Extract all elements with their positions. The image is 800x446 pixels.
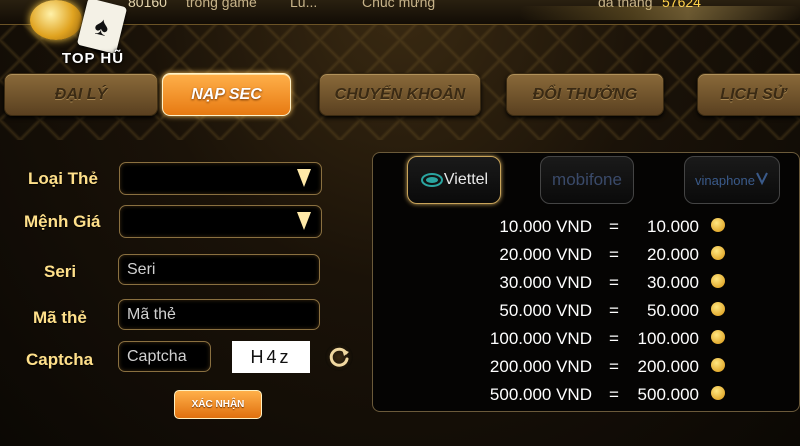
ticker-text: trong game bbox=[186, 0, 257, 10]
denomination-label: Mệnh Giá bbox=[24, 212, 101, 231]
rate-row: 30.000 VND = 30.000 bbox=[372, 273, 798, 295]
captcha-input[interactable] bbox=[118, 341, 211, 372]
rate-equals: = bbox=[609, 385, 619, 404]
rate-vnd: 500.000 VND bbox=[489, 385, 592, 404]
top-hu-logo: ♠ TOP HŨ bbox=[8, 0, 148, 72]
card-code-label: Mã thẻ bbox=[33, 308, 87, 327]
coin-icon bbox=[711, 302, 725, 316]
tab-chuyen-khoan[interactable]: CHUYỂN KHOẢN bbox=[319, 73, 481, 116]
viettel-logo-icon bbox=[420, 173, 443, 187]
spade-card-icon: ♠ bbox=[76, 0, 128, 55]
rate-vnd: 200.000 VND bbox=[489, 357, 592, 376]
rate-value: 500.000 bbox=[637, 385, 699, 404]
captcha-image: H4z bbox=[232, 341, 310, 373]
rate-value: 30.000 bbox=[647, 273, 699, 292]
rate-row: 200.000 VND = 200.000 bbox=[372, 357, 798, 379]
card-type-select[interactable] bbox=[119, 162, 322, 195]
card-type-label: Loại Thẻ bbox=[28, 169, 98, 188]
coin-icon bbox=[711, 386, 725, 400]
rate-equals: = bbox=[609, 329, 619, 348]
refresh-icon[interactable] bbox=[325, 343, 353, 371]
tab-dai-ly[interactable]: ĐẠI LÝ bbox=[4, 73, 158, 116]
rate-equals: = bbox=[609, 273, 619, 292]
rate-row: 100.000 VND = 100.000 bbox=[372, 329, 798, 351]
ticker-text: Chúc mừng bbox=[362, 0, 436, 10]
ticker-text: Lu... bbox=[290, 0, 318, 10]
logo-title: TOP HŨ bbox=[61, 50, 125, 67]
rate-value: 100.000 bbox=[637, 329, 699, 348]
confirm-button[interactable]: XÁC NHẬN bbox=[174, 390, 262, 419]
rate-value: 50.000 bbox=[647, 301, 699, 320]
tab-nap-sec[interactable]: NẠP SEC bbox=[162, 73, 291, 116]
rate-vnd: 20.000 VND bbox=[499, 245, 592, 264]
rate-value: 10.000 bbox=[647, 217, 699, 236]
provider-viettel-label: Viettel bbox=[443, 171, 489, 188]
rate-row: 20.000 VND = 20.000 bbox=[372, 245, 798, 267]
denomination-select[interactable] bbox=[119, 205, 322, 238]
rate-equals: = bbox=[609, 217, 619, 236]
rate-equals: = bbox=[609, 245, 619, 264]
provider-viettel[interactable]: Viettel bbox=[407, 156, 501, 204]
serial-label: Seri bbox=[44, 262, 77, 281]
provider-mobifone-label: mobifone bbox=[552, 170, 622, 189]
rate-vnd: 30.000 VND bbox=[499, 273, 592, 292]
rate-vnd: 50.000 VND bbox=[499, 301, 592, 320]
tab-lich-su[interactable]: LỊCH SỬ bbox=[697, 73, 800, 116]
rate-vnd: 10.000 VND bbox=[499, 217, 592, 236]
rate-row: 50.000 VND = 50.000 bbox=[372, 301, 798, 323]
rate-row: 500.000 VND = 500.000 bbox=[372, 385, 798, 407]
provider-mobifone[interactable]: mobifone bbox=[540, 156, 634, 204]
coin-icon bbox=[711, 246, 725, 260]
tab-doi-thuong[interactable]: ĐỔI THƯỞNG bbox=[506, 73, 664, 116]
gold-coin-icon bbox=[30, 0, 82, 40]
coin-icon bbox=[711, 218, 725, 232]
vinaphone-logo-icon bbox=[756, 172, 768, 186]
rate-vnd: 100.000 VND bbox=[489, 329, 592, 348]
coin-icon bbox=[711, 330, 725, 344]
rate-value: 20.000 bbox=[647, 245, 699, 264]
provider-vinaphone[interactable]: vinaphone bbox=[684, 156, 780, 204]
rate-row: 10.000 VND = 10.000 bbox=[372, 217, 798, 239]
rate-equals: = bbox=[609, 301, 619, 320]
chevron-down-icon bbox=[297, 169, 311, 187]
coin-icon bbox=[711, 358, 725, 372]
provider-vinaphone-label: vinaphone bbox=[695, 172, 755, 188]
ticker-glow bbox=[520, 6, 800, 20]
rate-equals: = bbox=[609, 357, 619, 376]
coin-icon bbox=[711, 274, 725, 288]
captcha-label: Captcha bbox=[26, 350, 94, 369]
rate-value: 200.000 bbox=[637, 357, 699, 376]
serial-input[interactable] bbox=[118, 254, 320, 285]
chevron-down-icon bbox=[297, 212, 311, 230]
card-code-input[interactable] bbox=[118, 299, 320, 330]
